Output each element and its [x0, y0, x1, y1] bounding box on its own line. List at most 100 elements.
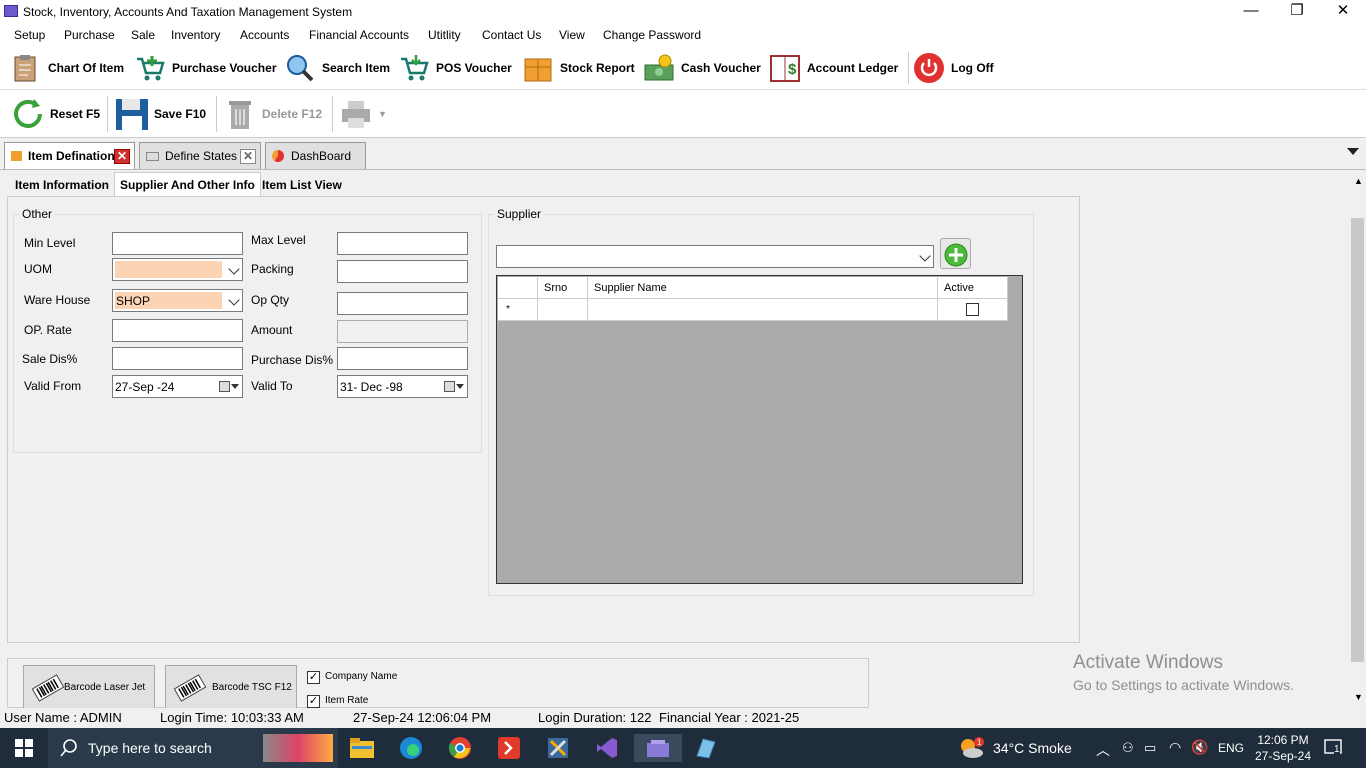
close-tab-icon[interactable]: ✕ [240, 149, 256, 164]
tab-define-states-label: Define States [165, 149, 238, 163]
purchase-voucher-button[interactable]: Purchase Voucher [134, 52, 276, 84]
file-explorer-icon[interactable] [342, 734, 382, 762]
cell-supplier-name[interactable] [588, 299, 938, 321]
menu-contact-us[interactable]: Contact Us [482, 28, 541, 42]
chart-of-item-button[interactable]: Chart Of Item [10, 52, 124, 84]
col-supplier-name[interactable]: Supplier Name [588, 277, 938, 299]
scroll-down-icon[interactable]: ▼ [1354, 692, 1363, 702]
cash-voucher-button[interactable]: Cash Voucher [643, 52, 761, 84]
scroll-up-icon[interactable]: ▲ [1354, 176, 1363, 186]
save-button[interactable]: Save F10 [114, 96, 206, 132]
active-checkbox[interactable] [966, 303, 979, 316]
vertical-scrollbar[interactable]: ▲ ▼ [1349, 172, 1366, 708]
supplier-grid[interactable]: Srno Supplier Name Active * [496, 275, 1023, 584]
language-indicator[interactable]: ENG [1218, 741, 1244, 755]
purchase-dis-field[interactable] [337, 347, 468, 370]
tab-item-list-view[interactable]: Item List View [256, 174, 348, 196]
print-button[interactable]: ▼ [338, 96, 387, 132]
barcode-tsc-button[interactable]: Barcode TSC F12 [165, 665, 297, 710]
close-button[interactable]: ✕ [1320, 0, 1366, 24]
op-qty-field[interactable] [337, 292, 468, 315]
uom-select[interactable] [112, 258, 243, 281]
valid-to-datepicker[interactable]: 31- Dec -98 [337, 375, 468, 398]
op-rate-field[interactable] [112, 319, 243, 342]
tab-dashboard[interactable]: DashBoard [265, 142, 366, 169]
cell-srno[interactable] [538, 299, 588, 321]
valid-from-value: 27-Sep -24 [115, 380, 175, 394]
cash-voucher-label: Cash Voucher [681, 61, 761, 75]
menu-sale[interactable]: Sale [131, 28, 155, 42]
anydesk-icon[interactable] [489, 734, 529, 762]
dropdown-arrow-icon[interactable] [231, 384, 239, 389]
calendar-icon[interactable] [219, 381, 230, 392]
col-srno[interactable]: Srno [538, 277, 588, 299]
pos-voucher-button[interactable]: POS Voucher [398, 52, 512, 84]
weather-icon[interactable]: 1 [958, 736, 986, 763]
supplier-select[interactable] [496, 245, 934, 268]
minimize-button[interactable]: — [1228, 0, 1274, 24]
cell-active[interactable] [938, 299, 1008, 321]
max-level-field[interactable] [337, 232, 468, 255]
add-supplier-button[interactable] [940, 238, 971, 269]
pie-chart-icon [272, 150, 284, 162]
money-icon [643, 53, 675, 83]
tab-item-defination-label: Item Defination [28, 149, 115, 163]
print-dropdown-icon[interactable]: ▼ [378, 109, 387, 119]
delete-button[interactable]: Delete F12 [222, 96, 322, 132]
windows-start-icon[interactable] [4, 734, 44, 762]
toolbar-separator [908, 52, 909, 84]
speaker-muted-icon[interactable]: 🔇 [1191, 739, 1208, 756]
menu-accounts[interactable]: Accounts [240, 28, 289, 42]
item-rate-checkbox[interactable]: ✓ [307, 695, 320, 708]
printer-icon [338, 96, 374, 132]
close-tab-icon[interactable]: ✕ [114, 149, 130, 164]
scroll-thumb[interactable] [1351, 218, 1364, 662]
valid-from-datepicker[interactable]: 27-Sep -24 [112, 375, 243, 398]
menu-purchase[interactable]: Purchase [64, 28, 115, 42]
barcode-laser-jet-button[interactable]: Barcode Laser Jet [23, 665, 155, 710]
tray-expand-icon[interactable]: ︿ [1096, 740, 1110, 760]
account-ledger-button[interactable]: $ Account Ledger [769, 52, 898, 84]
menu-financial-accounts[interactable]: Financial Accounts [309, 28, 409, 42]
reset-button[interactable]: Reset F5 [10, 96, 100, 132]
active-app-icon[interactable] [634, 734, 682, 762]
menu-utility[interactable]: Utitlity [428, 28, 461, 42]
visual-studio-icon[interactable] [587, 734, 627, 762]
sale-dis-field[interactable] [112, 347, 243, 370]
restore-button[interactable]: ❐ [1274, 0, 1320, 24]
col-active[interactable]: Active [938, 277, 1008, 299]
battery-icon[interactable]: ▭ [1144, 740, 1156, 756]
tab-define-states[interactable]: Define States ✕ [139, 142, 261, 169]
tab-item-information[interactable]: Item Information [9, 174, 115, 196]
tools-app-icon[interactable] [538, 734, 578, 762]
clock[interactable]: 12:06 PM 27-Sep-24 [1250, 732, 1316, 764]
window-title: Stock, Inventory, Accounts And Taxation … [23, 5, 353, 19]
edge-browser-icon[interactable] [391, 734, 431, 762]
wifi-icon[interactable]: ◠ [1169, 739, 1181, 756]
notepad-app-icon[interactable] [685, 734, 725, 762]
barcode-tag-icon [173, 673, 207, 702]
tab-supplier-and-other-info[interactable]: Supplier And Other Info [114, 172, 261, 196]
tab-item-defination[interactable]: Item Defination ✕ [4, 142, 135, 169]
stock-report-button[interactable]: Stock Report [522, 52, 635, 84]
dropdown-arrow-icon[interactable] [456, 384, 464, 389]
magnifier-icon [284, 53, 316, 83]
chrome-browser-icon[interactable] [440, 734, 480, 762]
menu-setup[interactable]: Setup [14, 28, 45, 42]
company-name-checkbox[interactable]: ✓ [307, 671, 320, 684]
tab-list-dropdown-icon[interactable] [1347, 148, 1359, 155]
packing-field[interactable] [337, 260, 468, 283]
menu-inventory[interactable]: Inventory [171, 28, 220, 42]
ware-house-value: SHOP [115, 292, 222, 309]
menu-change-password[interactable]: Change Password [603, 28, 701, 42]
meet-now-icon[interactable]: ⚇ [1122, 740, 1134, 756]
packing-label: Packing [251, 262, 294, 276]
search-item-button[interactable]: Search Item [284, 52, 390, 84]
log-off-button[interactable]: Log Off [913, 52, 994, 84]
notification-icon[interactable]: 1 [1324, 738, 1344, 758]
calendar-icon[interactable] [444, 381, 455, 392]
ware-house-select[interactable]: SHOP [112, 289, 243, 312]
taskbar-search-box[interactable]: Type here to search [48, 728, 338, 768]
min-level-field[interactable] [112, 232, 243, 255]
menu-view[interactable]: View [559, 28, 585, 42]
